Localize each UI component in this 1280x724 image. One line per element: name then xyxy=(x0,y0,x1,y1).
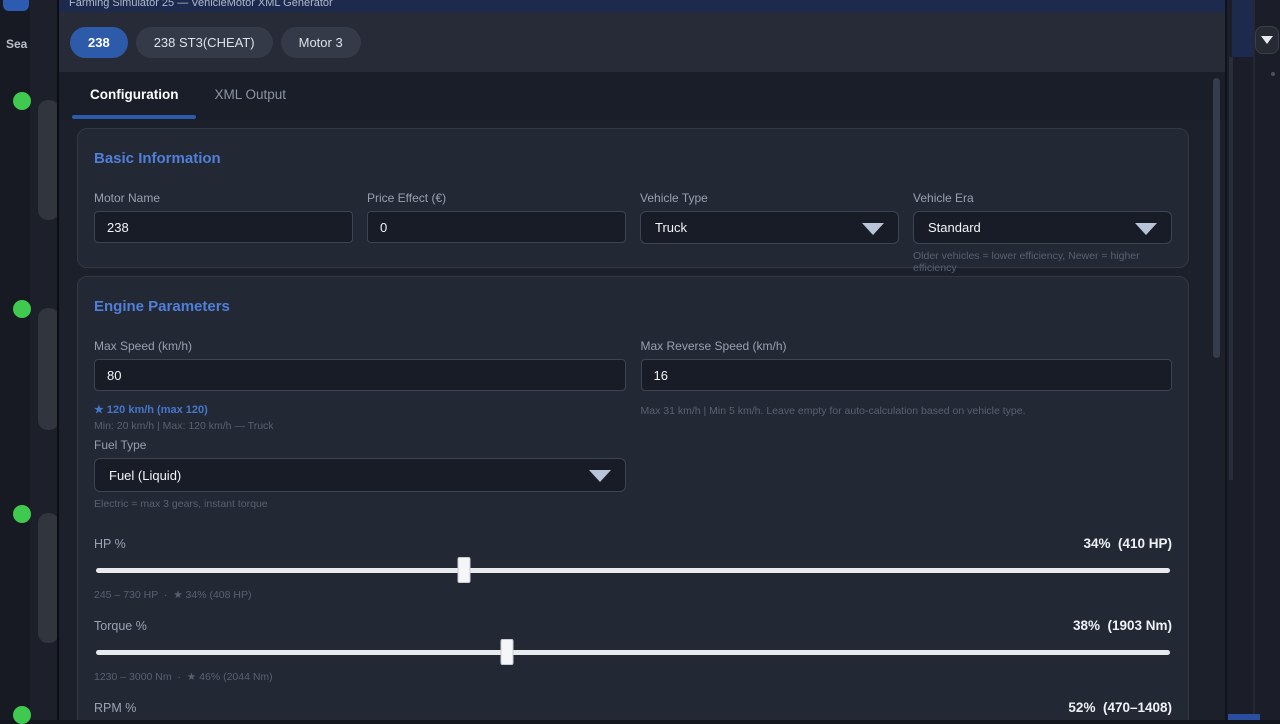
torque-slider-group: Torque % 38% (1903 Nm) 1230 – 3000 Nm · … xyxy=(94,618,1172,683)
hp-slider-label: HP % xyxy=(94,537,126,551)
motor-tab-238-st3-cheat[interactable]: 238 ST3(CHEAT) xyxy=(136,27,273,58)
vehicle-type-select[interactable]: Truck xyxy=(640,211,899,244)
max-speed-range-hint: Min: 20 km/h | Max: 120 km/h — Truck xyxy=(94,420,626,432)
background-dot xyxy=(1271,72,1275,76)
rpm-slider-group: RPM % 52% (470–1408) 550 – 2200 RPM · ★ … xyxy=(94,700,1172,720)
avatar xyxy=(13,300,31,318)
rpm-slider-value: 52% (470–1408) xyxy=(1068,700,1172,715)
background-search-label: Sea xyxy=(6,37,27,51)
configuration-content: Basic Information Motor Name Price Effec… xyxy=(59,120,1225,720)
max-reverse-speed-hint: Max 31 km/h | Min 5 km/h. Leave empty fo… xyxy=(641,405,1173,417)
tab-configuration-label: Configuration xyxy=(90,87,178,102)
max-reverse-speed-label: Max Reverse Speed (km/h) xyxy=(641,339,1173,353)
torque-slider[interactable] xyxy=(94,639,1172,665)
background-titlebar-sliver xyxy=(1232,0,1253,57)
engine-parameters-panel: Engine Parameters Max Speed (km/h) ★ 120… xyxy=(77,276,1189,720)
vehicle-era-hint: Older vehicles = lower efficiency, Newer… xyxy=(913,250,1172,274)
vehicle-type-field: Vehicle Type Truck xyxy=(640,191,899,274)
vehicle-era-label: Vehicle Era xyxy=(913,191,1172,205)
torque-slider-label: Torque % xyxy=(94,619,147,633)
active-tab-underline xyxy=(72,115,196,119)
fuel-type-select[interactable]: Fuel (Liquid) xyxy=(94,458,626,492)
hp-slider[interactable] xyxy=(94,557,1172,583)
motor-name-label: Motor Name xyxy=(94,191,353,205)
vertical-scrollbar[interactable] xyxy=(1213,78,1220,358)
hp-slider-group: HP % 34% (410 HP) 245 – 730 HP · ★ 34% (… xyxy=(94,536,1172,601)
view-tab-bar: Configuration XML Output xyxy=(59,72,1225,120)
background-list-item xyxy=(38,100,59,220)
motor-name-field: Motor Name xyxy=(94,191,353,274)
rpm-slider-label: RPM % xyxy=(94,701,136,715)
background-list-item xyxy=(38,308,59,430)
torque-slider-track xyxy=(96,650,1170,655)
motor-tab-motor-3[interactable]: Motor 3 xyxy=(281,27,361,58)
hp-slider-value: 34% (410 HP) xyxy=(1083,536,1172,551)
tab-configuration[interactable]: Configuration xyxy=(72,72,196,120)
motor-tab-238[interactable]: 238 xyxy=(70,27,128,58)
tab-xml-output[interactable]: XML Output xyxy=(196,72,304,120)
fuel-type-hint: Electric = max 3 gears, instant torque xyxy=(94,498,626,510)
torque-slider-handle[interactable] xyxy=(500,639,513,665)
hp-slider-handle[interactable] xyxy=(457,557,470,583)
background-list-item xyxy=(38,513,59,643)
hp-slider-track xyxy=(96,568,1170,573)
vehicle-type-value: Truck xyxy=(655,220,687,235)
fuel-type-field: Fuel Type Fuel (Liquid) Electric = max 3… xyxy=(94,438,626,510)
background-window-edge xyxy=(1253,0,1255,720)
price-effect-field: Price Effect (€) xyxy=(367,191,626,274)
max-speed-field: Max Speed (km/h) ★ 120 km/h (max 120) Mi… xyxy=(94,339,626,510)
engine-sliders: HP % 34% (410 HP) 245 – 730 HP · ★ 34% (… xyxy=(94,536,1172,720)
max-reverse-speed-field: Max Reverse Speed (km/h) Max 31 km/h | M… xyxy=(641,339,1173,510)
motor-name-input[interactable] xyxy=(94,211,353,243)
engine-parameters-title: Engine Parameters xyxy=(94,298,1172,315)
max-speed-input[interactable] xyxy=(94,359,626,391)
background-dropdown-button xyxy=(1255,26,1279,54)
app-window: Farming Simulator 25 — VehicleMotor XML … xyxy=(57,0,1227,720)
background-blue-sliver xyxy=(1228,714,1260,720)
hp-slider-hint: 245 – 730 HP · ★ 34% (408 HP) xyxy=(94,589,1172,601)
price-effect-input[interactable] xyxy=(367,211,626,243)
basic-information-panel: Basic Information Motor Name Price Effec… xyxy=(77,128,1189,268)
vehicle-type-label: Vehicle Type xyxy=(640,191,899,205)
vehicle-era-value: Standard xyxy=(928,220,981,235)
window-title: Farming Simulator 25 — VehicleMotor XML … xyxy=(69,0,1225,9)
vehicle-era-select[interactable]: Standard xyxy=(913,211,1172,244)
chevron-down-icon xyxy=(589,470,611,482)
background-blue-button xyxy=(3,0,29,11)
max-speed-label: Max Speed (km/h) xyxy=(94,339,626,353)
background-scrollbar xyxy=(1229,57,1233,480)
chevron-down-icon xyxy=(1261,36,1273,44)
max-speed-star-hint: ★ 120 km/h (max 120) xyxy=(94,403,626,416)
avatar xyxy=(13,92,31,110)
basic-information-title: Basic Information xyxy=(94,150,1172,167)
motor-tab-strip: 238 238 ST3(CHEAT) Motor 3 xyxy=(59,12,1225,72)
tab-xml-output-label: XML Output xyxy=(214,87,286,102)
chevron-down-icon xyxy=(1135,223,1157,235)
torque-slider-value: 38% (1903 Nm) xyxy=(1073,618,1172,633)
avatar xyxy=(13,706,31,724)
price-effect-label: Price Effect (€) xyxy=(367,191,626,205)
chevron-down-icon xyxy=(862,223,884,235)
avatar xyxy=(13,505,31,523)
max-reverse-speed-input[interactable] xyxy=(641,359,1173,391)
background-window-right xyxy=(1227,0,1280,720)
background-window-left: Sea xyxy=(0,0,57,720)
torque-slider-hint: 1230 – 3000 Nm · ★ 46% (2044 Nm) xyxy=(94,671,1172,683)
titlebar: Farming Simulator 25 — VehicleMotor XML … xyxy=(59,0,1225,12)
fuel-type-label: Fuel Type xyxy=(94,438,626,452)
fuel-type-value: Fuel (Liquid) xyxy=(109,468,181,483)
vehicle-era-field: Vehicle Era Standard Older vehicles = lo… xyxy=(913,191,1172,274)
